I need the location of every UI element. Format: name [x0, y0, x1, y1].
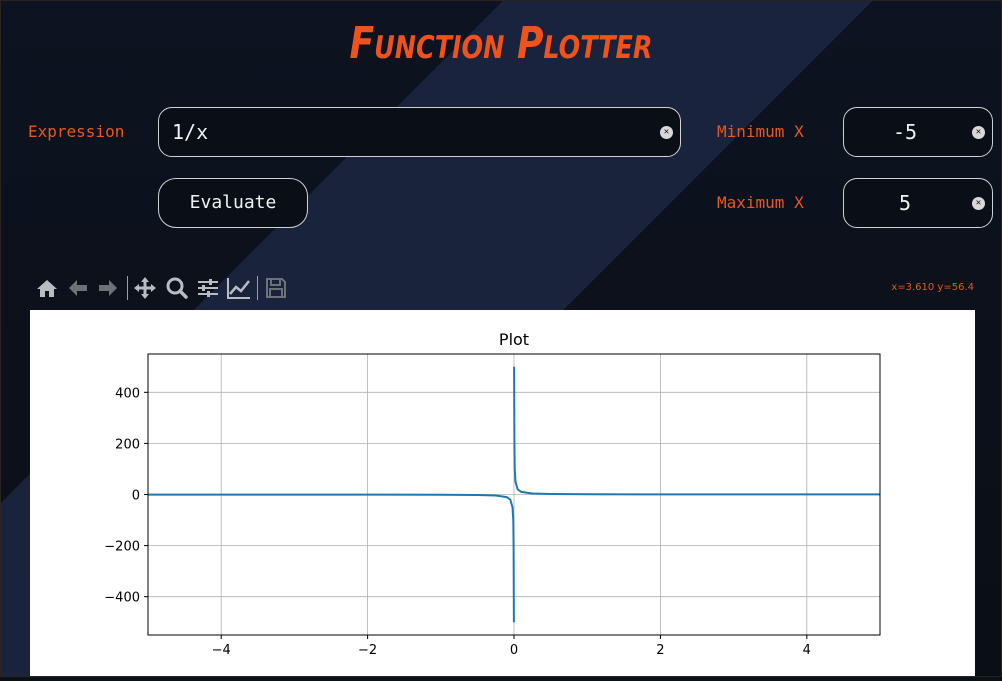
- x-tick-label: 4: [803, 643, 811, 658]
- toolbar-separator: [257, 276, 258, 300]
- expression-label: Expression: [28, 122, 125, 141]
- save-icon[interactable]: [263, 274, 289, 302]
- y-tick-label: −200: [104, 540, 140, 555]
- forward-icon[interactable]: [95, 274, 121, 302]
- clear-expression-icon[interactable]: ✕: [660, 126, 673, 139]
- minimum-x-label: Minimum X: [717, 122, 804, 141]
- series-line: [513, 366, 880, 496]
- pan-icon[interactable]: [132, 274, 158, 302]
- minimum-x-input[interactable]: -5 ✕: [843, 107, 993, 157]
- y-tick-label: 200: [115, 437, 140, 452]
- evaluate-button[interactable]: Evaluate: [158, 178, 308, 228]
- clear-maximum-x-icon[interactable]: ✕: [972, 197, 985, 210]
- expression-value: 1/x: [172, 120, 209, 144]
- toolbar-separator: [127, 276, 128, 300]
- x-tick-label: −4: [212, 643, 231, 658]
- maximum-x-label: Maximum X: [717, 193, 804, 212]
- maximum-x-input[interactable]: 5 ✕: [843, 178, 993, 228]
- clear-minimum-x-icon[interactable]: ✕: [972, 126, 985, 139]
- x-tick-label: 2: [656, 643, 664, 658]
- home-icon[interactable]: [34, 274, 60, 302]
- plot-canvas[interactable]: −4 −2 0 2 4 −400 −200 0 200 400 Plot: [30, 310, 975, 677]
- x-tick-label: −2: [358, 643, 377, 658]
- y-tick-label: −400: [104, 591, 140, 606]
- chart[interactable]: −4 −2 0 2 4 −400 −200 0 200 400 Plot: [30, 310, 975, 677]
- app-title: Function Plotter: [349, 18, 653, 69]
- zoom-icon[interactable]: [164, 274, 190, 302]
- x-tick-label: 0: [510, 643, 518, 658]
- chart-title: Plot: [499, 330, 529, 349]
- y-tick-label: 400: [115, 386, 140, 401]
- y-tick-label: 0: [132, 489, 140, 504]
- coordinate-readout: x=3.610 y=56.4: [891, 282, 974, 293]
- configure-subplots-icon[interactable]: [195, 274, 221, 302]
- series-line: [148, 493, 515, 623]
- edit-axis-icon[interactable]: [226, 274, 252, 302]
- expression-input[interactable]: 1/x ✕: [158, 107, 681, 157]
- minimum-x-value: -5: [892, 120, 918, 144]
- maximum-x-value: 5: [898, 191, 912, 215]
- back-icon[interactable]: [65, 274, 91, 302]
